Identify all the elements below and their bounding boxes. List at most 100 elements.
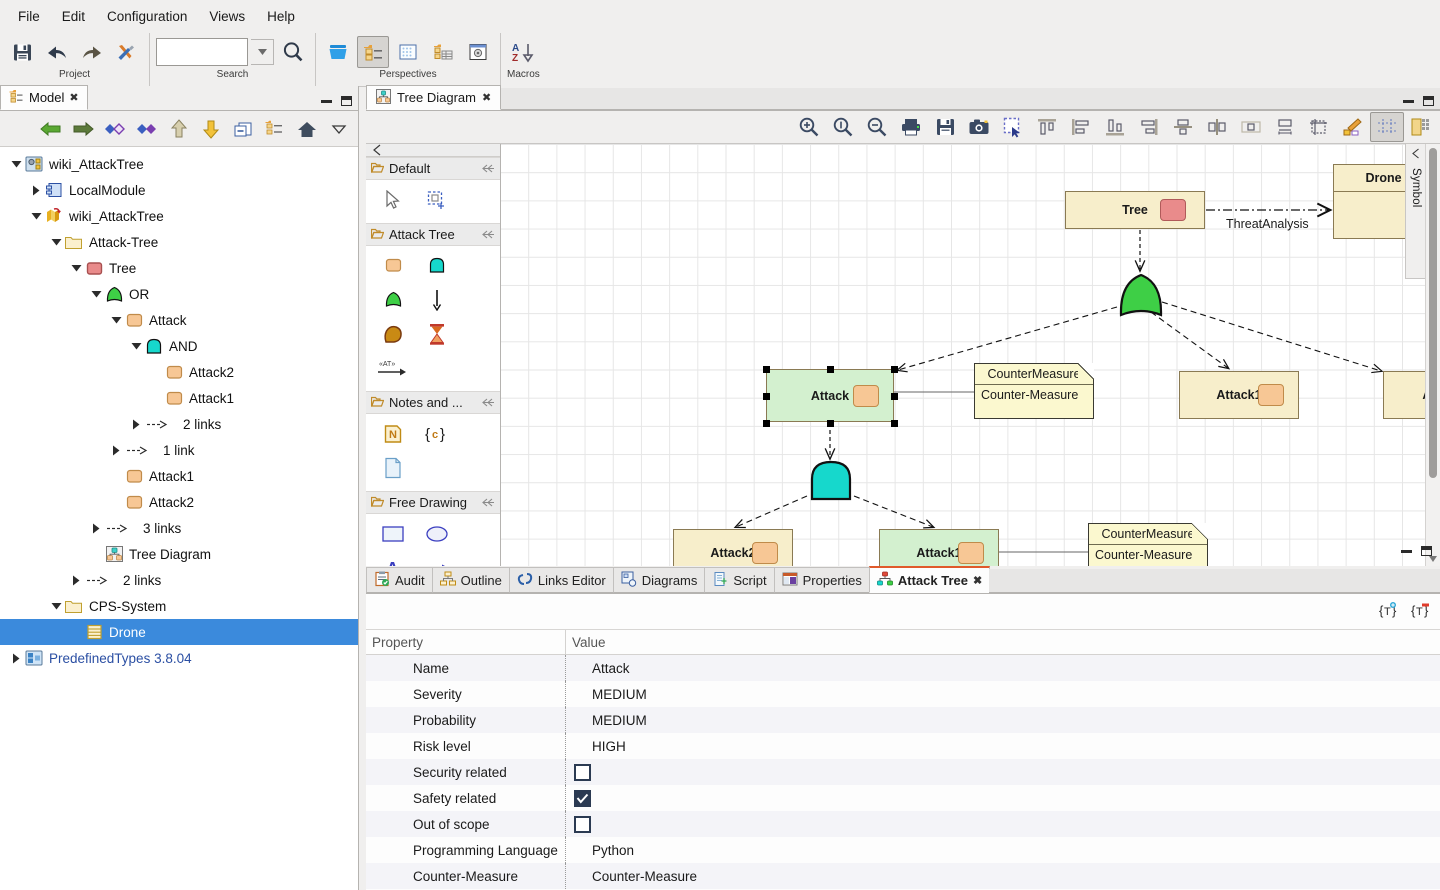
- snapshot-icon[interactable]: [962, 112, 996, 142]
- property-value-cell[interactable]: MEDIUM: [566, 681, 1440, 707]
- zoom-in-icon[interactable]: [792, 112, 826, 142]
- property-value-cell[interactable]: [566, 759, 1440, 785]
- resize-handle[interactable]: [763, 420, 770, 427]
- sort-az-button[interactable]: AZ: [507, 36, 539, 68]
- resize-handle[interactable]: [763, 393, 770, 400]
- resize-handle[interactable]: [827, 366, 834, 373]
- palette-group-default[interactable]: Default: [366, 157, 500, 180]
- tree-item-and[interactable]: AND: [0, 333, 358, 359]
- table-row[interactable]: ProbabilityMEDIUM: [366, 707, 1440, 733]
- link-with-editor-icon[interactable]: [260, 115, 290, 143]
- pin-palette-icon[interactable]: [482, 161, 495, 176]
- chevron-down-icon[interactable]: [28, 208, 44, 224]
- checkbox-checked[interactable]: [574, 790, 591, 807]
- property-value-cell[interactable]: Counter-Measure: [566, 863, 1440, 889]
- search-dropdown-icon[interactable]: [251, 39, 274, 65]
- arrow-tool[interactable]: [416, 285, 458, 317]
- risk-tool[interactable]: [416, 319, 458, 351]
- and-gate-tool[interactable]: [416, 251, 458, 283]
- tab-script[interactable]: Script: [704, 567, 774, 593]
- diagram-node-attack1-bottom[interactable]: Attack1: [879, 529, 999, 566]
- tree-item-or[interactable]: OR: [0, 281, 358, 307]
- align-right-icon[interactable]: [1132, 112, 1166, 142]
- next-diff-icon[interactable]: [132, 115, 162, 143]
- model-tree[interactable]: wiki_AttackTreeLocalModulewiki_AttackTre…: [0, 147, 358, 890]
- tab-outline[interactable]: Outline: [432, 567, 510, 593]
- table-perspective-button[interactable]: [427, 36, 459, 68]
- table-row[interactable]: Risk levelHIGH: [366, 733, 1440, 759]
- chevron-right-icon[interactable]: [128, 416, 144, 432]
- property-value-cell[interactable]: [566, 785, 1440, 811]
- minimize-button[interactable]: [1401, 550, 1412, 553]
- property-value-cell[interactable]: MEDIUM: [566, 707, 1440, 733]
- diagram-canvas-wrapper[interactable]: Tree Drone ThreatAnalysis: [501, 144, 1440, 566]
- threat-tool[interactable]: [372, 319, 414, 351]
- chevron-right-icon[interactable]: [68, 572, 84, 588]
- at-link-tool[interactable]: «AT»: [372, 353, 414, 385]
- chevron-down-icon[interactable]: [68, 260, 84, 276]
- property-value-cell[interactable]: Attack: [566, 655, 1440, 681]
- collapse-palette-icon[interactable]: [366, 144, 500, 157]
- chevron-right-icon[interactable]: [108, 442, 124, 458]
- property-value-cell[interactable]: Python: [566, 837, 1440, 863]
- tree-item-attack2[interactable]: Attack2: [0, 359, 358, 385]
- select-region-icon[interactable]: [996, 112, 1030, 142]
- format-painter-icon[interactable]: [1336, 112, 1370, 142]
- diagram-node-attack2-bottom[interactable]: Attack2: [673, 529, 793, 566]
- diagram-canvas[interactable]: Tree Drone ThreatAnalysis: [501, 144, 1440, 566]
- resize-handle[interactable]: [827, 420, 834, 427]
- print-icon[interactable]: [894, 112, 928, 142]
- resize-handle[interactable]: [763, 366, 770, 373]
- text-tool[interactable]: A: [372, 553, 414, 566]
- maximize-button[interactable]: [341, 96, 352, 106]
- tree-item-attack[interactable]: Attack: [0, 307, 358, 333]
- marquee-tool[interactable]: [416, 185, 458, 217]
- zoom-out-icon[interactable]: [860, 112, 894, 142]
- add-property-icon[interactable]: {T}: [1378, 600, 1400, 623]
- tree-item-tree-diagram[interactable]: Tree Diagram: [0, 541, 358, 567]
- tree-item-wiki-attacktree[interactable]: wiki_AttackTree: [0, 203, 358, 229]
- constraint-tool[interactable]: {c}: [416, 419, 458, 451]
- attack-node-tool[interactable]: [372, 251, 414, 283]
- property-value-cell[interactable]: HIGH: [566, 733, 1440, 759]
- checkbox-unchecked[interactable]: [574, 816, 591, 833]
- collapse-symbol-icon[interactable]: [1411, 148, 1422, 162]
- diagram-perspective-button[interactable]: [392, 36, 424, 68]
- table-row[interactable]: Safety related: [366, 785, 1440, 811]
- forward-arrow-icon[interactable]: [68, 115, 98, 143]
- previous-diff-icon[interactable]: [100, 115, 130, 143]
- back-arrow-icon[interactable]: [36, 115, 66, 143]
- pin-palette-icon[interactable]: [482, 495, 495, 510]
- settings-perspective-button[interactable]: [462, 36, 494, 68]
- resize-handle[interactable]: [891, 366, 898, 373]
- close-icon[interactable]: ✖: [69, 91, 78, 104]
- tree-item-localmodule[interactable]: LocalModule: [0, 177, 358, 203]
- diagram-note-countermeasure-2[interactable]: CounterMeasure Counter-Measure: [1088, 523, 1208, 566]
- palette-group-free-drawing[interactable]: Free Drawing: [366, 491, 500, 514]
- table-row[interactable]: Counter-MeasureCounter-Measure: [366, 863, 1440, 889]
- remove-property-icon[interactable]: {T}: [1410, 600, 1432, 623]
- tree-item-3-links[interactable]: 3 links: [0, 515, 358, 541]
- diagram-node-and-gate[interactable]: [808, 459, 854, 504]
- menu-file[interactable]: File: [8, 5, 50, 28]
- maximize-button[interactable]: [1421, 546, 1432, 556]
- table-row[interactable]: Programming LanguagePython: [366, 837, 1440, 863]
- text-note-tool[interactable]: [372, 453, 414, 485]
- chevron-down-icon[interactable]: [8, 156, 24, 172]
- chevron-down-icon[interactable]: [48, 598, 64, 614]
- tools-button[interactable]: [111, 36, 143, 68]
- chevron-right-icon[interactable]: [88, 520, 104, 536]
- note-tool[interactable]: N: [372, 419, 414, 451]
- tab-attack-tree[interactable]: Attack Tree✖: [869, 566, 990, 593]
- chevron-down-icon[interactable]: [48, 234, 64, 250]
- pin-palette-icon[interactable]: [482, 227, 495, 242]
- align-bottom-icon[interactable]: [1098, 112, 1132, 142]
- save-button[interactable]: [6, 36, 38, 68]
- align-top-icon[interactable]: [1030, 112, 1064, 142]
- view-menu-icon[interactable]: [324, 115, 354, 143]
- tab-audit[interactable]: Audit: [366, 567, 433, 593]
- search-button[interactable]: [277, 36, 309, 68]
- tree-item-drone[interactable]: Drone: [0, 619, 358, 645]
- palette-group-notes-and-[interactable]: Notes and ...: [366, 391, 500, 414]
- tab-diagrams[interactable]: Diagrams: [613, 567, 706, 593]
